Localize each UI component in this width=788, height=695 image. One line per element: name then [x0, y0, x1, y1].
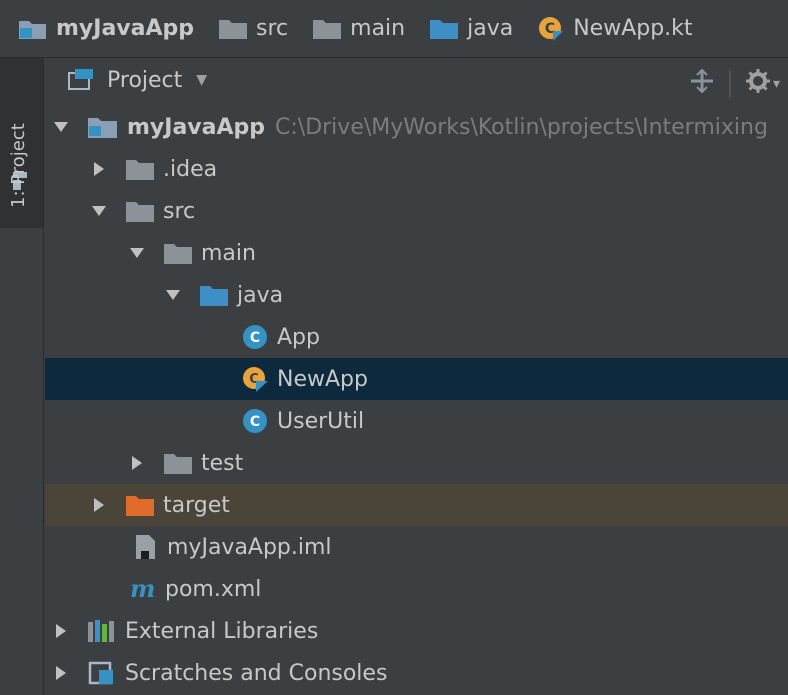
dropdown-caret-icon[interactable]: ▼: [196, 72, 207, 88]
navigation-bar: myJavaApp src main java C NewApp.kt: [0, 0, 788, 58]
kotlin-file-icon: C: [241, 365, 269, 393]
folder-icon: [312, 18, 342, 40]
tree-node-target[interactable]: target: [45, 484, 788, 526]
project-tool-tab[interactable]: 1: Project: [0, 58, 43, 228]
tree-node-idea[interactable]: .idea: [45, 148, 788, 190]
folder-icon: [163, 241, 193, 265]
excluded-folder-icon: [125, 493, 155, 517]
tree-node-label: App: [277, 324, 320, 350]
tree-node-scratches[interactable]: Scratches and Consoles: [45, 652, 788, 694]
tree-node-label: pom.xml: [165, 576, 262, 602]
tree-node-label: test: [201, 450, 244, 476]
project-view-icon: [67, 68, 95, 92]
folder-icon: [218, 18, 248, 40]
svg-text:m: m: [130, 575, 155, 603]
tree-node-label: UserUtil: [277, 408, 365, 434]
source-folder-icon: [199, 283, 229, 307]
collapsed-arrow-icon[interactable]: [53, 624, 69, 638]
tree-node-src[interactable]: src: [45, 190, 788, 232]
tree-node-label: .idea: [163, 156, 218, 182]
tree-node-newapp[interactable]: C NewApp: [45, 358, 788, 400]
tree-node-root[interactable]: myJavaApp C:\Drive\MyWorks\Kotlin\projec…: [45, 106, 788, 148]
project-tool-window-header: Project ▼ ▾: [45, 58, 788, 102]
svg-text:C: C: [250, 414, 260, 430]
tree-node-external-libraries[interactable]: External Libraries: [45, 610, 788, 652]
collapse-all-icon[interactable]: [689, 68, 715, 100]
breadcrumb-item-file[interactable]: C NewApp.kt: [537, 15, 693, 43]
tree-node-userutil[interactable]: C UserUtil: [45, 400, 788, 442]
java-class-icon: C: [241, 323, 269, 351]
folder-icon: [163, 451, 193, 475]
expanded-arrow-icon[interactable]: [129, 247, 145, 259]
tree-node-java[interactable]: java: [45, 274, 788, 316]
breadcrumb-item-main[interactable]: main: [312, 16, 405, 41]
tool-window-actions: ▾: [689, 68, 780, 100]
tree-node-label: Scratches and Consoles: [125, 660, 388, 686]
collapsed-arrow-icon[interactable]: [53, 666, 69, 680]
breadcrumb-item-java[interactable]: java: [429, 16, 513, 41]
breadcrumb-item-module[interactable]: myJavaApp: [18, 16, 194, 41]
tree-node-label: main: [201, 240, 256, 266]
gear-icon[interactable]: [745, 68, 771, 100]
tree-node-label: NewApp: [277, 366, 368, 392]
breadcrumb-item-src[interactable]: src: [218, 16, 288, 41]
folder-icon: [125, 199, 155, 223]
collapsed-arrow-icon[interactable]: [91, 498, 107, 512]
tree-node-label: External Libraries: [125, 618, 319, 644]
gear-dropdown-caret-icon[interactable]: ▾: [773, 76, 780, 92]
project-view-selector[interactable]: Project: [107, 68, 182, 93]
expanded-arrow-icon[interactable]: [53, 121, 69, 133]
tree-node-main[interactable]: main: [45, 232, 788, 274]
svg-text:C: C: [250, 330, 260, 346]
toolbar-separator: [728, 71, 731, 97]
expanded-arrow-icon[interactable]: [165, 289, 181, 301]
tree-node-path: C:\Drive\MyWorks\Kotlin\projects\Intermi…: [275, 114, 768, 140]
folder-icon: [125, 157, 155, 181]
tree-node-test[interactable]: test: [45, 442, 788, 484]
module-folder-icon: [18, 17, 48, 41]
tree-node-label: java: [237, 282, 284, 308]
project-tree: myJavaApp C:\Drive\MyWorks\Kotlin\projec…: [45, 106, 788, 695]
tree-node-iml[interactable]: myJavaApp.iml: [45, 526, 788, 568]
tree-node-pom[interactable]: m pom.xml: [45, 568, 788, 610]
tree-node-app[interactable]: C App: [45, 316, 788, 358]
kotlin-file-icon: C: [537, 15, 565, 43]
collapsed-arrow-icon[interactable]: [129, 456, 145, 470]
libraries-icon: [87, 618, 117, 644]
tree-node-label: myJavaApp: [127, 114, 266, 140]
module-folder-icon: [87, 114, 119, 140]
expanded-arrow-icon[interactable]: [91, 205, 107, 217]
left-tool-stripe: 1: Project: [0, 58, 44, 695]
java-class-icon: C: [241, 407, 269, 435]
scratches-icon: [87, 660, 117, 686]
collapsed-arrow-icon[interactable]: [91, 162, 107, 176]
tree-node-label: target: [163, 492, 230, 518]
source-folder-icon: [429, 18, 459, 40]
tree-node-label: myJavaApp.iml: [167, 534, 332, 560]
iml-file-icon: [133, 533, 159, 561]
tree-node-label: src: [163, 198, 196, 224]
project-tab-label: 1: Project: [8, 123, 29, 208]
maven-file-icon: m: [129, 575, 157, 603]
